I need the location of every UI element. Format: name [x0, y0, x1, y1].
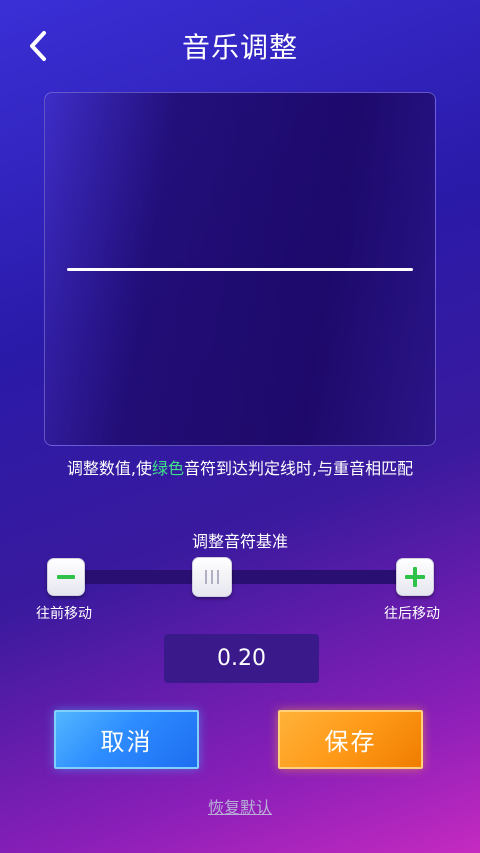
instruction-text: 调整数值,使绿色音符到达判定线时,与重音相匹配	[0, 455, 480, 479]
plus-icon	[405, 567, 425, 587]
offset-value-display: 0.20	[164, 634, 319, 683]
judgment-line	[67, 268, 413, 271]
instruction-text-after: 音符到达判定线时,与重音相匹配	[184, 459, 414, 478]
save-button[interactable]: 保存	[278, 710, 423, 769]
header: 音乐调整	[0, 0, 480, 90]
move-earlier-button[interactable]	[47, 558, 85, 596]
offset-slider-track[interactable]	[66, 570, 414, 584]
cancel-button[interactable]: 取消	[54, 710, 199, 769]
move-later-button[interactable]	[396, 558, 434, 596]
page-title: 音乐调整	[181, 31, 298, 64]
note-preview-panel	[44, 92, 436, 446]
offset-slider-thumb[interactable]	[192, 557, 233, 597]
offset-value: 0.20	[217, 646, 266, 671]
instruction-text-before: 调整数值,使	[66, 459, 152, 478]
grip-icon	[205, 570, 220, 584]
restore-default-link[interactable]: 恢复默认	[208, 798, 272, 817]
slider-label: 调整音符基准	[191, 532, 288, 551]
move-earlier-label: 往前移动	[36, 606, 92, 622]
move-later-label: 往后移动	[384, 606, 440, 622]
restore-default-link-wrapper: 恢复默认	[0, 794, 480, 818]
instruction-text-highlight: 绿色	[151, 459, 184, 478]
minus-icon	[57, 575, 75, 579]
